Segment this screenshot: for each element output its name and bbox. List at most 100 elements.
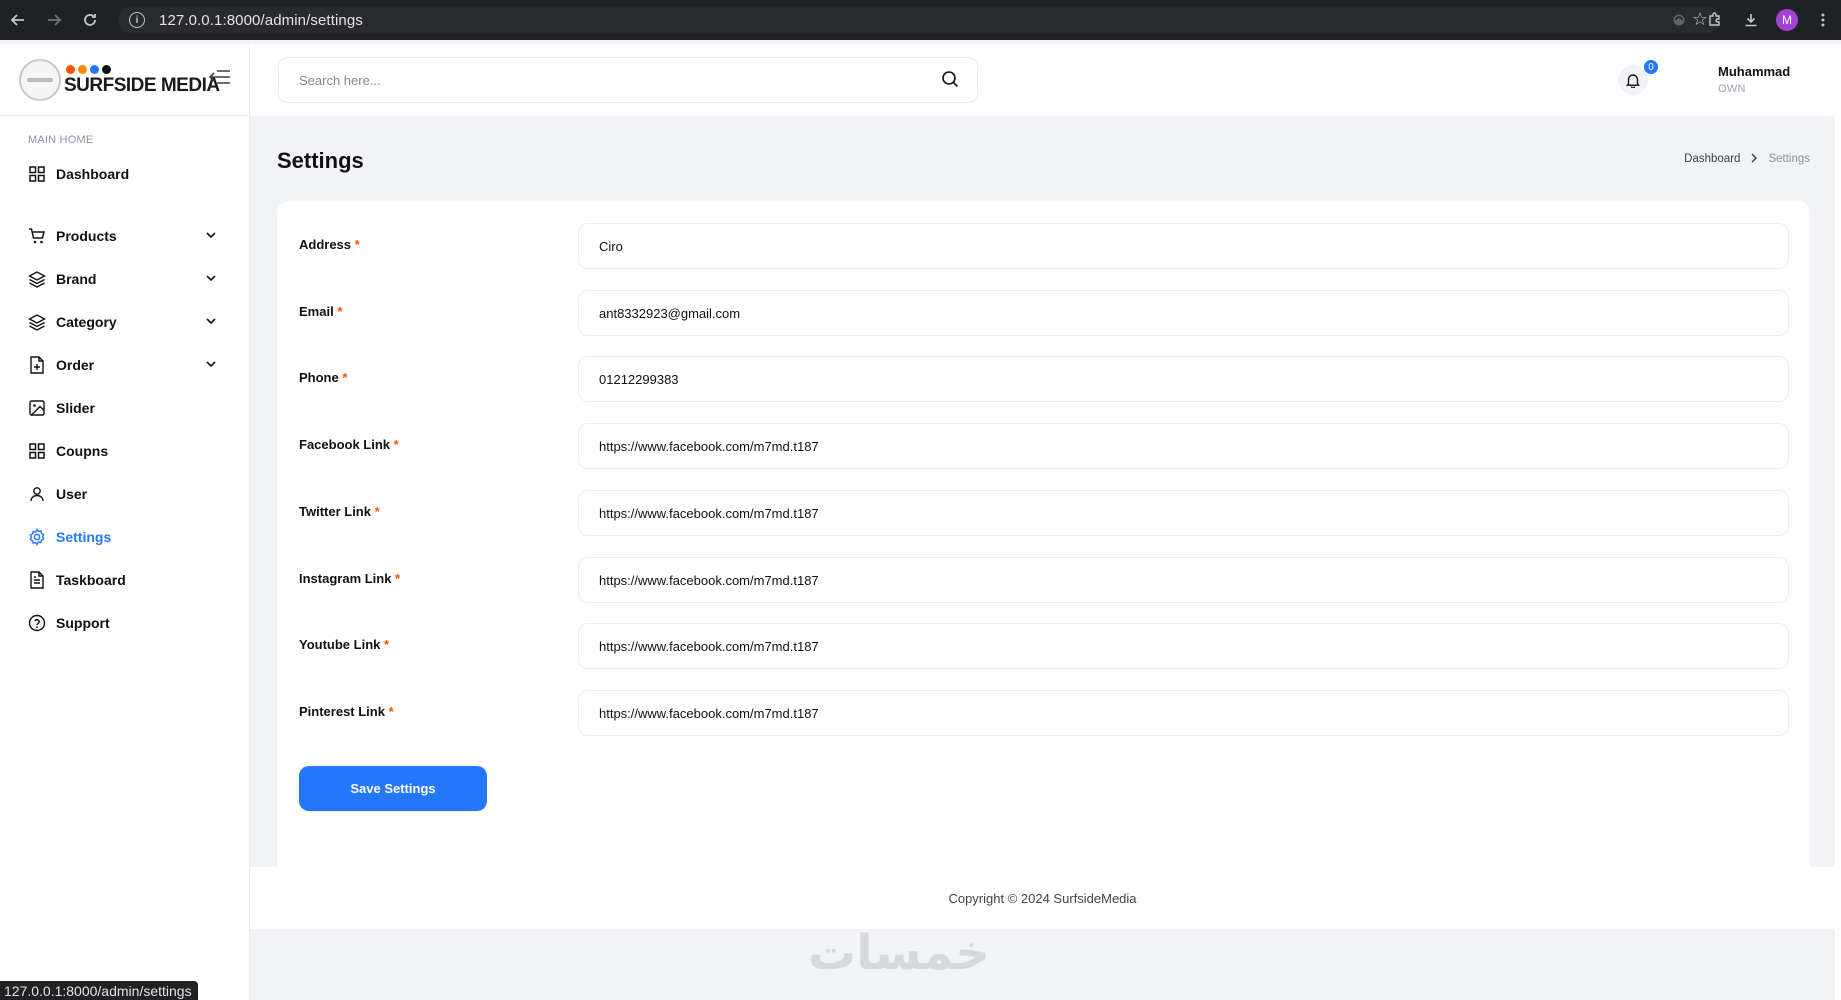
email-row: Email * [299,290,1789,336]
facebook-row: Facebook Link * [299,423,1789,469]
address-label: Address * [299,237,360,252]
back-arrow-icon[interactable] [0,0,36,40]
required-mark: * [337,304,343,319]
required-mark: * [393,437,399,452]
layers-icon [28,270,46,288]
layers-icon [28,313,46,331]
instagram-label: Instagram Link * [299,571,401,586]
sidebar-item-user[interactable]: User [0,472,249,515]
search-input[interactable] [299,72,899,88]
sidebar-item-label: Products [56,227,117,244]
profile-wrap: M [1769,9,1805,31]
gear-icon [28,527,46,546]
sidebar-item-products[interactable]: Products [0,214,249,257]
sidebar-item-slider[interactable]: Slider [0,386,249,429]
logo-text: SURFSIDE MEDIA [64,74,220,96]
sidebar-item-category[interactable]: Category [0,300,249,343]
image-icon [28,399,46,417]
address-bar[interactable]: i 127.0.0.1:8000/admin/settings ☆ [118,6,1720,34]
youtube-row: Youtube Link * [299,623,1789,669]
required-mark: * [354,237,360,252]
top-header: 0 Muhammad OWN [250,44,1835,116]
menu-section-label: MAIN HOME [28,134,94,146]
sidebar-item-order[interactable]: Order [0,343,249,386]
sidebar-item-brand[interactable]: Brand [0,257,249,300]
logo-dot [90,64,99,74]
logo-dot [102,64,111,74]
sidebar-item-label: Support [56,614,110,631]
address-field[interactable] [578,223,1789,269]
search-icon[interactable] [941,70,959,93]
help-circle-icon [28,614,46,632]
sidebar-item-settings[interactable]: Settings [0,515,249,558]
site-info-icon[interactable]: i [129,12,145,28]
logo-dot [66,64,75,74]
chevron-down-icon[interactable] [205,315,217,327]
sidebar-header: SURFSIDE MEDIA [0,44,249,116]
chevron-down-icon[interactable] [205,272,217,284]
page-scrollbar[interactable] [1835,44,1841,1000]
email-field[interactable] [578,290,1789,336]
sidebar-item-label: Category [56,313,117,330]
logo-badge-icon[interactable] [19,58,61,101]
sidebar-item-coupns[interactable]: Coupns [0,429,249,472]
facebook-label: Facebook Link * [299,437,399,452]
user-name[interactable]: Muhammad [1718,64,1790,79]
chevron-down-icon[interactable] [205,358,217,370]
browser-menu-icon[interactable] [1805,12,1841,28]
file-plus-icon [28,355,46,374]
facebook-link-field[interactable] [578,423,1789,469]
youtube-label: Youtube Link * [299,637,390,652]
notification-count-badge: 0 [1643,59,1659,75]
file-text-icon [28,570,46,589]
sidebar-item-label: Settings [56,528,112,545]
sidebar-item-label: Order [56,356,95,373]
youtube-link-field[interactable] [578,623,1789,669]
sidebar-collapse-icon[interactable] [208,68,231,91]
profile-avatar[interactable]: M [1776,9,1798,31]
pinterest-link-field[interactable] [578,690,1789,736]
sidebar-item-label: Brand [56,270,97,287]
sidebar-item-label: Taskboard [56,571,126,588]
extension-icon[interactable] [1661,13,1697,27]
link-status-bar: 127.0.0.1:8000/admin/settings [0,981,198,1000]
twitter-label: Twitter Link * [299,504,380,519]
save-settings-button[interactable]: Save Settings [299,766,487,811]
required-mark: * [374,504,380,519]
breadcrumb-dashboard-link[interactable]: Dashboard [1684,153,1740,165]
user-icon [28,485,46,503]
user-role: OWN [1718,83,1746,95]
footer: Copyright © 2024 SurfsideMedia [250,867,1835,929]
sidebar-menu: Dashboard Products Brand Category Order … [0,152,249,644]
search-box [278,57,978,103]
sidebar-item-dashboard[interactable]: Dashboard [0,152,249,195]
download-icon[interactable] [1733,12,1769,28]
instagram-link-field[interactable] [578,557,1789,603]
chevron-down-icon[interactable] [205,229,217,241]
phone-row: Phone * [299,356,1789,402]
grid-icon [28,165,46,183]
settings-form: Address * Email * Phone * Facebook Link … [277,201,1810,885]
puzzle-extensions-icon[interactable] [1697,12,1733,28]
required-mark: * [384,637,390,652]
grid-icon [28,442,46,460]
phone-field[interactable] [578,356,1789,402]
sidebar-item-taskboard[interactable]: Taskboard [0,558,249,601]
breadcrumb-current: Settings [1768,153,1810,165]
required-mark: * [342,370,348,385]
forward-arrow-icon[interactable] [36,0,72,40]
copyright-text: Copyright © 2024 SurfsideMedia [948,890,1137,906]
page-title: Settings [277,148,364,173]
logo[interactable]: SURFSIDE MEDIA [64,64,220,97]
reload-icon[interactable] [72,0,108,40]
pinterest-label: Pinterest Link * [299,704,394,719]
logo-dot [78,64,87,74]
address-row: Address * [299,223,1789,269]
twitter-link-field[interactable] [578,490,1789,536]
watermark-text: خمسات [808,925,990,981]
sidebar-item-label: Slider [56,399,95,416]
phone-label: Phone * [299,370,348,385]
sidebar-item-support[interactable]: Support [0,601,249,644]
chevron-right-icon [1750,152,1758,166]
sidebar: SURFSIDE MEDIA MAIN HOME Dashboard Produ… [0,44,250,1000]
